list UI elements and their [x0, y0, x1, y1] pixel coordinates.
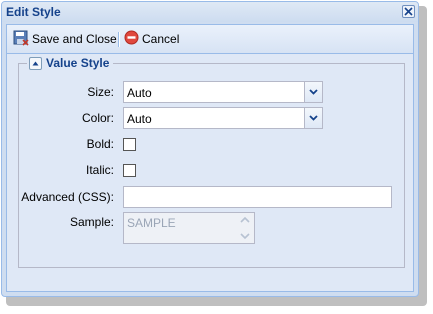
advanced-css-input[interactable]	[123, 186, 392, 208]
sample-label: Sample:	[69, 215, 114, 229]
toolbar: Save and Close Cancel	[7, 25, 413, 54]
sample-preview: SAMPLE	[123, 212, 255, 244]
color-value: Auto	[127, 112, 152, 126]
scroll-arrows-icon	[239, 215, 251, 244]
value-style-fieldset: Value Style Size: Auto Color: Auto Bold:…	[18, 55, 405, 268]
cancel-icon	[124, 30, 139, 48]
color-label: Color:	[81, 111, 114, 125]
dialog-title: Edit Style	[6, 5, 61, 19]
fieldset-title: Value Style	[46, 56, 110, 70]
color-dropdown-trigger[interactable]	[304, 108, 322, 128]
sample-text: SAMPLE	[127, 216, 176, 230]
edit-style-dialog: Edit Style Save and Close Cancel Value S…	[1, 1, 419, 297]
size-label: Size:	[87, 85, 114, 99]
bold-label: Bold:	[86, 137, 114, 151]
cancel-button[interactable]: Cancel	[124, 29, 179, 49]
size-dropdown-trigger[interactable]	[304, 82, 322, 102]
save-and-close-label: Save and Close	[32, 32, 117, 46]
advanced-css-label: Advanced (CSS):	[21, 190, 114, 204]
italic-label: Italic:	[85, 163, 114, 177]
save-and-close-button[interactable]: Save and Close	[13, 29, 117, 49]
toolbar-separator	[118, 32, 120, 47]
save-icon	[13, 30, 29, 49]
dialog-body: Save and Close Cancel Value Style Size: …	[6, 24, 414, 292]
fieldset-legend: Value Style	[27, 55, 114, 71]
italic-checkbox[interactable]	[123, 164, 136, 177]
close-button[interactable]	[402, 5, 415, 18]
cancel-label: Cancel	[142, 32, 180, 46]
collapse-toggle[interactable]	[29, 56, 42, 70]
bold-checkbox[interactable]	[123, 138, 136, 151]
color-combo[interactable]: Auto	[123, 107, 323, 129]
size-value: Auto	[127, 86, 152, 100]
size-combo[interactable]: Auto	[123, 81, 323, 103]
dialog-titlebar[interactable]: Edit Style	[2, 2, 418, 22]
